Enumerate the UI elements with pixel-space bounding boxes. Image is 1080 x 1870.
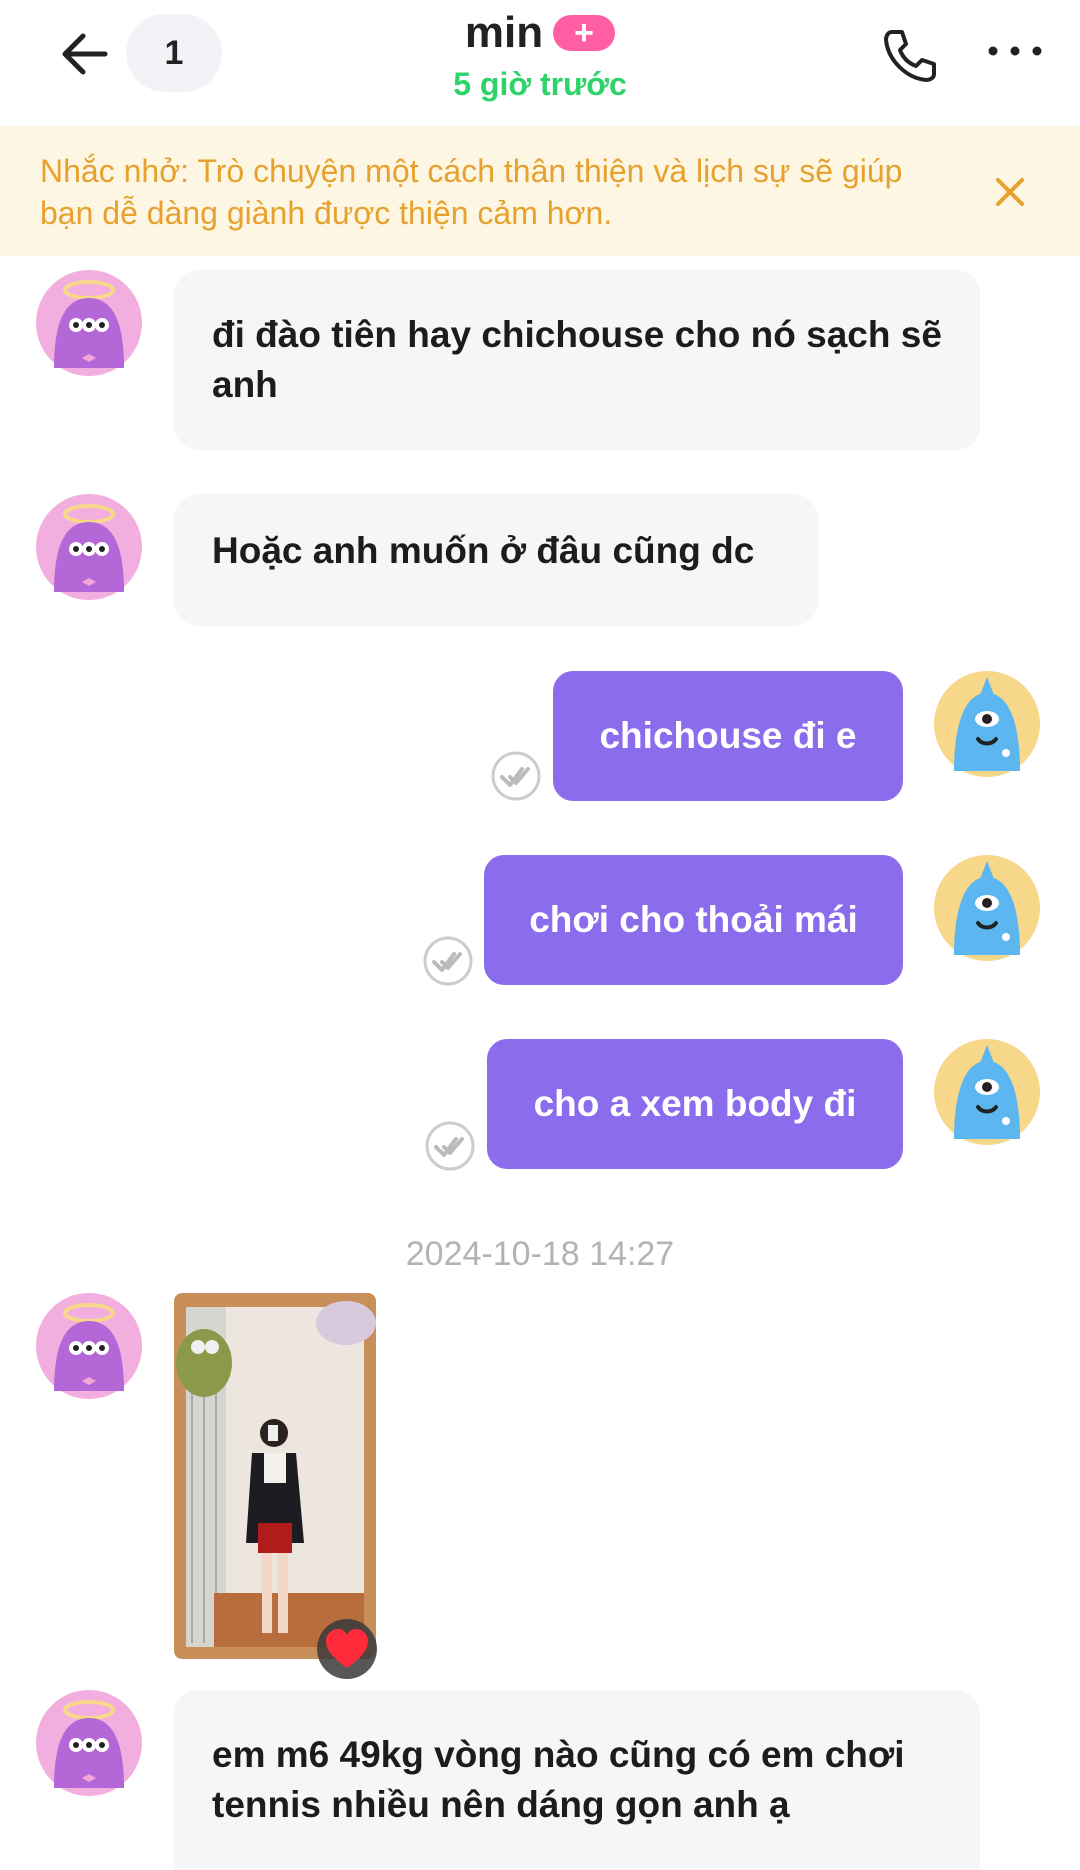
- read-receipt-icon: [425, 1121, 475, 1171]
- outgoing-message-bubble[interactable]: chơi cho thoải mái: [484, 855, 903, 985]
- more-options-icon[interactable]: [985, 36, 1045, 66]
- message-text: chơi cho thoải mái: [529, 899, 858, 940]
- read-receipt-icon: [423, 936, 473, 986]
- outgoing-message-bubble[interactable]: chichouse đi e: [553, 671, 903, 801]
- contact-avatar[interactable]: [36, 1690, 142, 1796]
- incoming-message-bubble[interactable]: đi đào tiên hay chichouse cho nó sạch sẽ…: [174, 270, 980, 450]
- heart-reaction-icon[interactable]: [316, 1618, 378, 1680]
- read-receipt-icon: [491, 751, 541, 801]
- my-avatar[interactable]: [934, 671, 1040, 777]
- my-avatar[interactable]: [934, 1039, 1040, 1145]
- reminder-text: Nhắc nhở: Trò chuyện một cách thân thiện…: [40, 153, 903, 231]
- chat-header: 1 min + 5 giờ trước: [0, 0, 1080, 125]
- message-timestamp: 2024-10-18 14:27: [405, 1235, 675, 1273]
- message-text: Hoặc anh muốn ở đâu cũng dc: [212, 530, 755, 571]
- contact-avatar[interactable]: [36, 1293, 142, 1399]
- back-arrow-icon[interactable]: [55, 24, 115, 84]
- photo-message[interactable]: [174, 1293, 376, 1659]
- message-text: cho a xem body đi: [533, 1083, 857, 1124]
- message-text: em m6 49kg vòng nào cũng có em chơi tenn…: [212, 1734, 905, 1825]
- outgoing-message-bubble[interactable]: cho a xem body đi: [487, 1039, 903, 1169]
- contact-avatar[interactable]: [36, 270, 142, 376]
- contact-info[interactable]: min + 5 giờ trước: [300, 6, 780, 103]
- message-text: chichouse đi e: [599, 715, 857, 756]
- contact-avatar[interactable]: [36, 494, 142, 600]
- my-avatar[interactable]: [934, 855, 1040, 961]
- phone-call-icon[interactable]: [878, 24, 942, 88]
- last-seen-status: 5 giờ trước: [453, 66, 627, 102]
- message-text: đi đào tiên hay chichouse cho nó sạch sẽ…: [212, 314, 942, 405]
- reminder-banner: Nhắc nhở: Trò chuyện một cách thân thiện…: [0, 126, 1080, 256]
- contact-name[interactable]: min: [465, 8, 543, 58]
- incoming-message-bubble[interactable]: Hoặc anh muốn ở đâu cũng dc: [174, 494, 818, 626]
- incoming-message-bubble[interactable]: em m6 49kg vòng nào cũng có em chơi tenn…: [174, 1690, 980, 1870]
- unread-count-badge[interactable]: 1: [126, 14, 222, 92]
- plus-badge[interactable]: +: [553, 15, 616, 51]
- close-icon[interactable]: [990, 172, 1030, 212]
